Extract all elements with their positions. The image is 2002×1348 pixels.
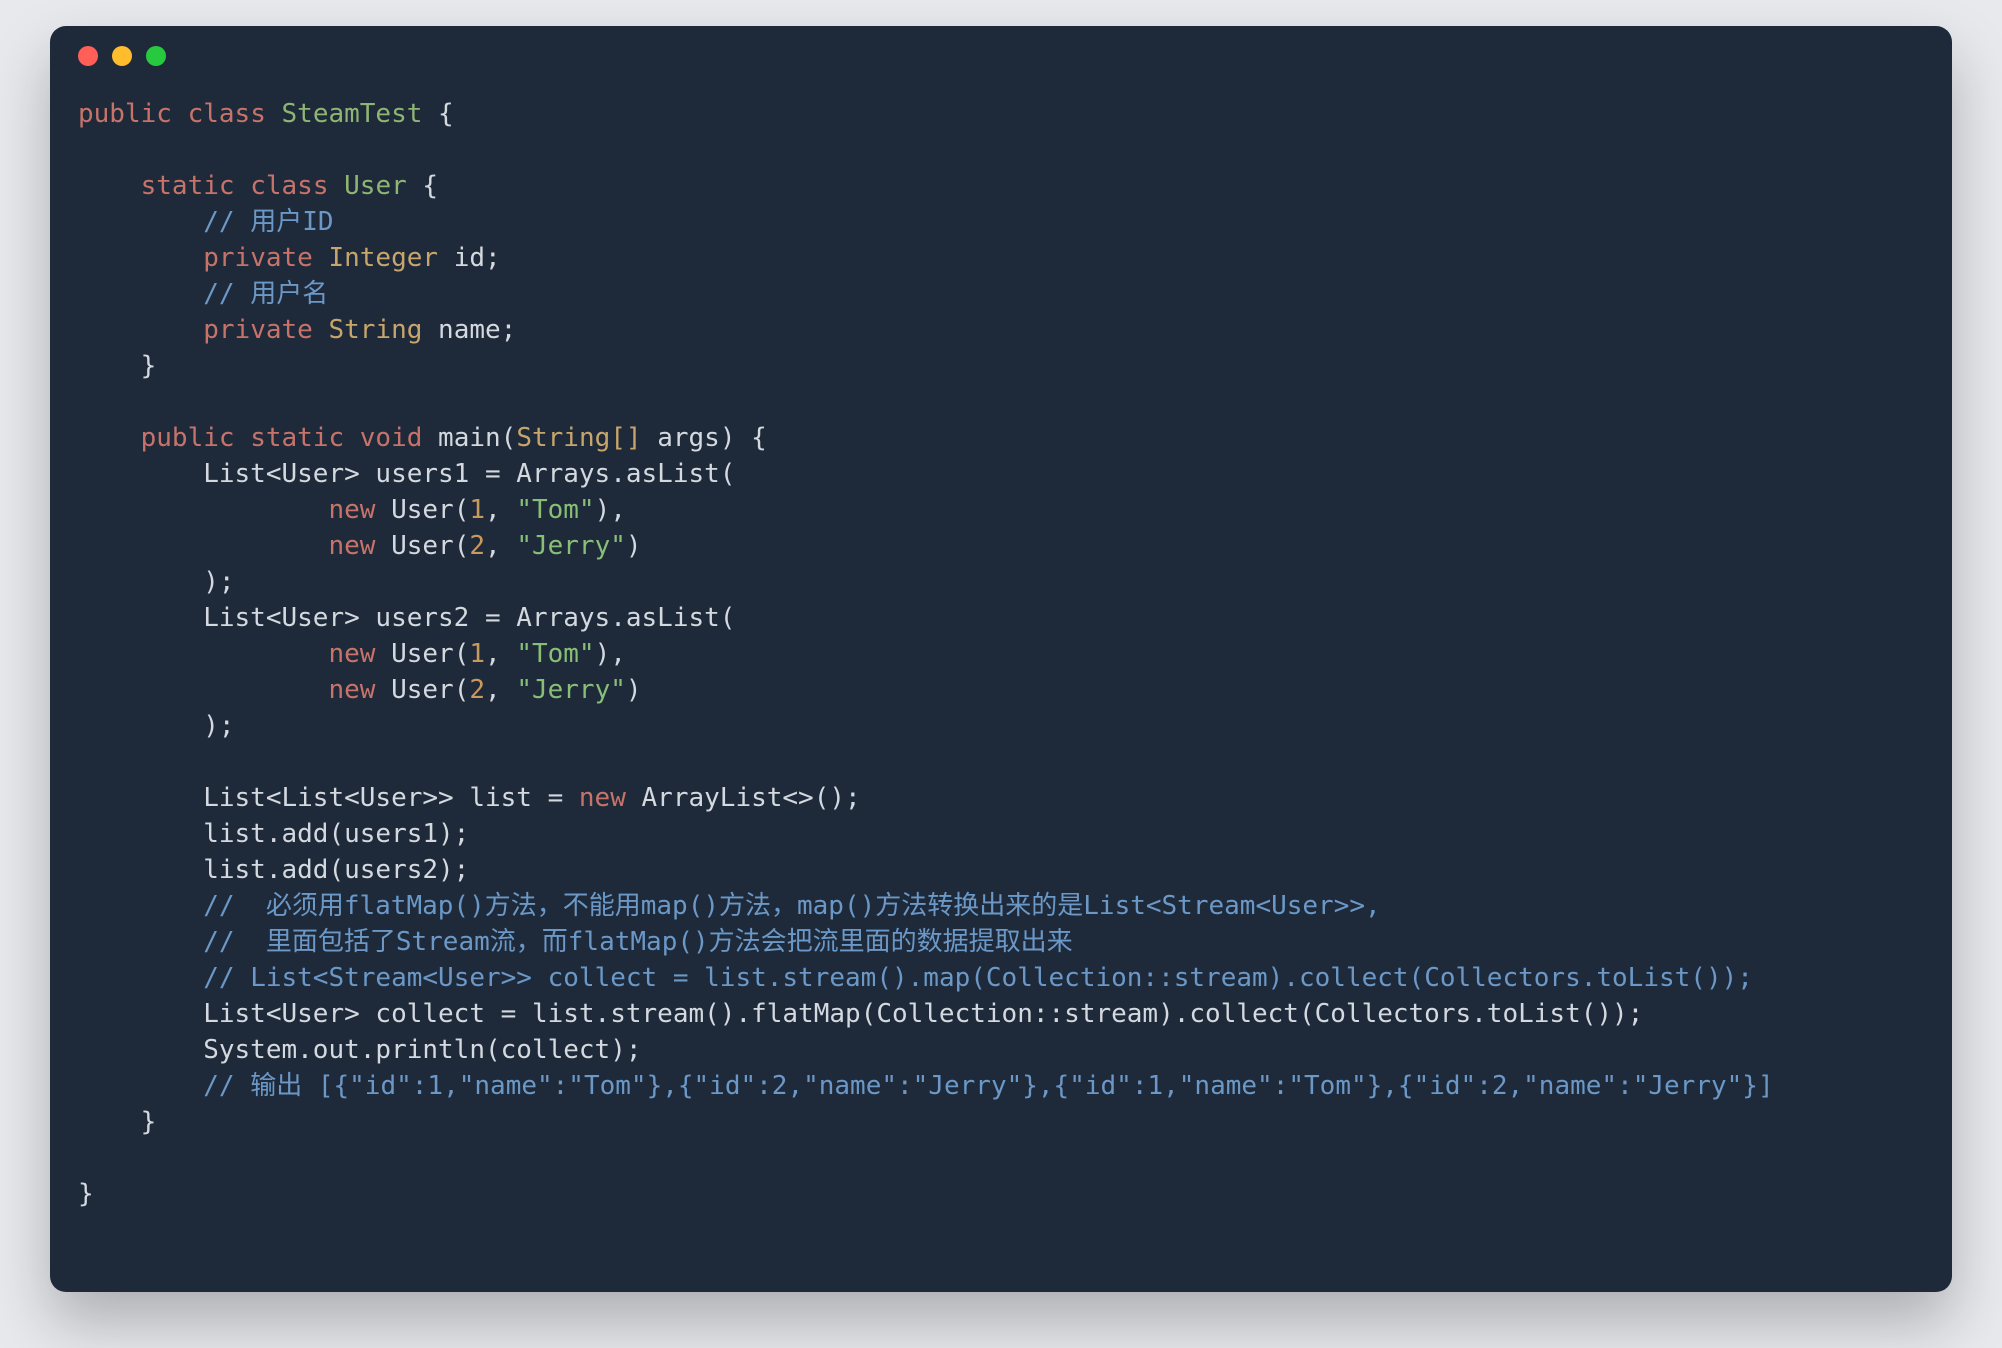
code-token: list.add(users2); <box>78 855 469 885</box>
code-token <box>78 207 203 237</box>
code-comment: // List<Stream<User>> collect = list.str… <box>203 963 1753 993</box>
code-comment: // 必须用flatMap()方法，不能用map()方法，map()方法转换出来… <box>203 891 1380 921</box>
code-token: public <box>141 423 235 453</box>
code-token: 2 <box>469 675 485 705</box>
traffic-light-zoom-icon[interactable] <box>146 46 166 66</box>
code-token: new <box>328 675 375 705</box>
code-token: 2 <box>469 531 485 561</box>
code-token: ); <box>78 711 235 741</box>
code-token: , <box>485 531 516 561</box>
code-token: main( <box>422 423 516 453</box>
code-token: id; <box>438 243 501 273</box>
code-block: public class SteamTest { static class Us… <box>50 86 1952 1240</box>
code-token: List<User> users1 = Arrays.asList( <box>78 459 735 489</box>
code-token: 1 <box>469 495 485 525</box>
code-token <box>78 531 328 561</box>
code-token: new <box>328 531 375 561</box>
code-token: static <box>141 171 235 201</box>
code-token: Integer <box>328 243 438 273</box>
code-token: User( <box>375 495 469 525</box>
code-token: } <box>78 351 156 381</box>
code-token: new <box>328 495 375 525</box>
code-token <box>78 315 203 345</box>
code-token: name; <box>422 315 516 345</box>
code-token: { <box>407 171 438 201</box>
code-token: 1 <box>469 639 485 669</box>
code-comment: // 里面包括了Stream流，而flatMap()方法会把流里面的数据提取出来 <box>203 927 1072 957</box>
code-token <box>344 423 360 453</box>
code-token: void <box>360 423 423 453</box>
code-token: List<User> collect = list.stream().flatM… <box>78 999 1643 1029</box>
code-token <box>78 423 141 453</box>
code-token: ), <box>595 495 626 525</box>
code-token <box>78 171 141 201</box>
code-token <box>235 171 251 201</box>
code-token: new <box>328 639 375 669</box>
code-token: static <box>250 423 344 453</box>
code-comment: // 输出 [{"id":1,"name":"Tom"},{"id":2,"na… <box>203 1071 1773 1101</box>
code-token <box>78 675 328 705</box>
code-token <box>78 279 203 309</box>
code-token: User( <box>375 531 469 561</box>
code-token: , <box>485 675 516 705</box>
code-token: List<User> users2 = Arrays.asList( <box>78 603 735 633</box>
code-token <box>78 963 203 993</box>
code-token: "Tom" <box>516 639 594 669</box>
code-comment: // 用户ID <box>203 207 333 237</box>
code-token <box>235 423 251 453</box>
code-token: ); <box>78 567 235 597</box>
code-token: } <box>78 1107 156 1137</box>
code-token: "Jerry" <box>516 531 626 561</box>
code-token: private <box>203 315 313 345</box>
code-token: ) <box>626 531 642 561</box>
code-token: "Tom" <box>516 495 594 525</box>
code-window: public class SteamTest { static class Us… <box>50 26 1952 1292</box>
code-token: ArrayList<>(); <box>626 783 861 813</box>
code-token: User( <box>375 675 469 705</box>
code-token: System.out.println(collect); <box>78 1035 642 1065</box>
code-token <box>78 891 203 921</box>
code-token: User( <box>375 639 469 669</box>
code-token: { <box>422 99 453 129</box>
code-comment: // 用户名 <box>203 279 328 309</box>
code-token: SteamTest <box>282 99 423 129</box>
code-token: new <box>579 783 626 813</box>
code-token: "Jerry" <box>516 675 626 705</box>
code-token: , <box>485 495 516 525</box>
code-token: List<List<User>> list = <box>78 783 579 813</box>
code-token <box>78 243 203 273</box>
code-token: , <box>485 639 516 669</box>
code-token: args) { <box>642 423 767 453</box>
traffic-light-close-icon[interactable] <box>78 46 98 66</box>
code-token: String <box>328 315 422 345</box>
code-token <box>172 99 188 129</box>
code-token: ), <box>595 639 626 669</box>
code-token: private <box>203 243 313 273</box>
code-token <box>78 639 328 669</box>
code-token: User <box>344 171 407 201</box>
code-token: list.add(users1); <box>78 819 469 849</box>
code-token: ) <box>626 675 642 705</box>
code-token <box>328 171 344 201</box>
code-token <box>78 1071 203 1101</box>
code-token: String[] <box>516 423 641 453</box>
code-token <box>266 99 282 129</box>
code-token <box>78 495 328 525</box>
window-titlebar <box>50 26 1952 86</box>
code-token <box>313 315 329 345</box>
code-token: class <box>188 99 266 129</box>
code-token: } <box>78 1179 94 1209</box>
traffic-light-minimize-icon[interactable] <box>112 46 132 66</box>
code-token: class <box>250 171 328 201</box>
code-token <box>78 927 203 957</box>
code-token <box>313 243 329 273</box>
code-token: public <box>78 99 172 129</box>
